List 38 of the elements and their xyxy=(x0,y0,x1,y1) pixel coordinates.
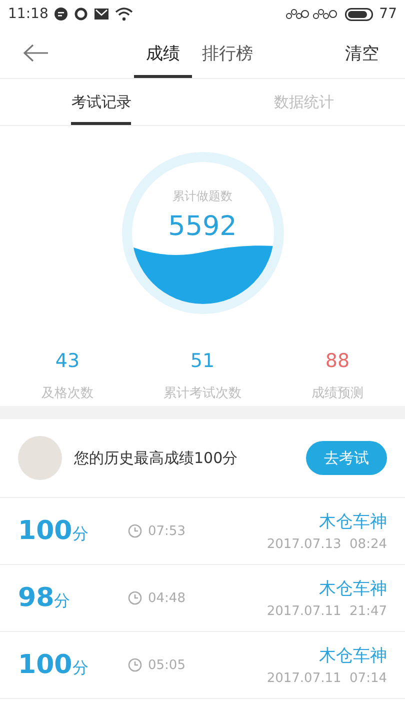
duration: 07:53 xyxy=(148,524,186,538)
sub-tab[interactable]: 考试记录 xyxy=(71,79,132,125)
stat-value: 43 xyxy=(55,350,80,372)
battery-icon xyxy=(345,8,374,20)
wifi-icon xyxy=(115,7,134,21)
mail-icon xyxy=(94,8,110,20)
stat-value: 88 xyxy=(325,350,350,372)
battery-level: 77 xyxy=(379,6,397,22)
clock-icon xyxy=(128,658,142,672)
back-icon[interactable] xyxy=(22,43,50,63)
score: 100分 xyxy=(18,650,90,680)
exam-datetime: 2017.07.11 07:14 xyxy=(266,671,387,686)
exam-datetime: 2017.07.13 08:24 xyxy=(266,537,387,552)
total-questions-label: 累计做题数 xyxy=(172,188,232,205)
clock-icon xyxy=(128,524,142,538)
duration: 04:48 xyxy=(148,590,186,606)
clock-icon xyxy=(128,591,142,605)
total-questions-value: 5592 xyxy=(168,211,237,242)
stat-value: 51 xyxy=(190,350,215,372)
score: 98分 xyxy=(18,583,72,613)
user-name: 木仓车神 xyxy=(319,578,387,600)
status-time: 11:18 xyxy=(8,6,48,22)
best-score-text: 您的历史最高成绩100分 xyxy=(74,448,238,468)
signal-icon xyxy=(285,8,340,20)
stat-label: 成绩预测 xyxy=(312,385,364,402)
clear-button[interactable]: 清空 xyxy=(339,40,385,66)
duration: 05:05 xyxy=(148,658,186,672)
exam-datetime: 2017.07.11 21:47 xyxy=(266,604,387,619)
nav-tab[interactable]: 排行榜 xyxy=(192,28,263,78)
stat-label: 累计考试次数 xyxy=(164,385,242,402)
user-name: 木仓车神 xyxy=(319,645,387,667)
stat-label: 及格次数 xyxy=(42,385,94,402)
nav-tab[interactable]: 成绩 xyxy=(134,28,192,78)
avatar xyxy=(18,436,62,480)
user-name: 木仓车神 xyxy=(319,511,387,533)
ring-icon xyxy=(74,7,88,21)
chat-icon xyxy=(54,7,68,21)
score: 100分 xyxy=(18,516,90,546)
